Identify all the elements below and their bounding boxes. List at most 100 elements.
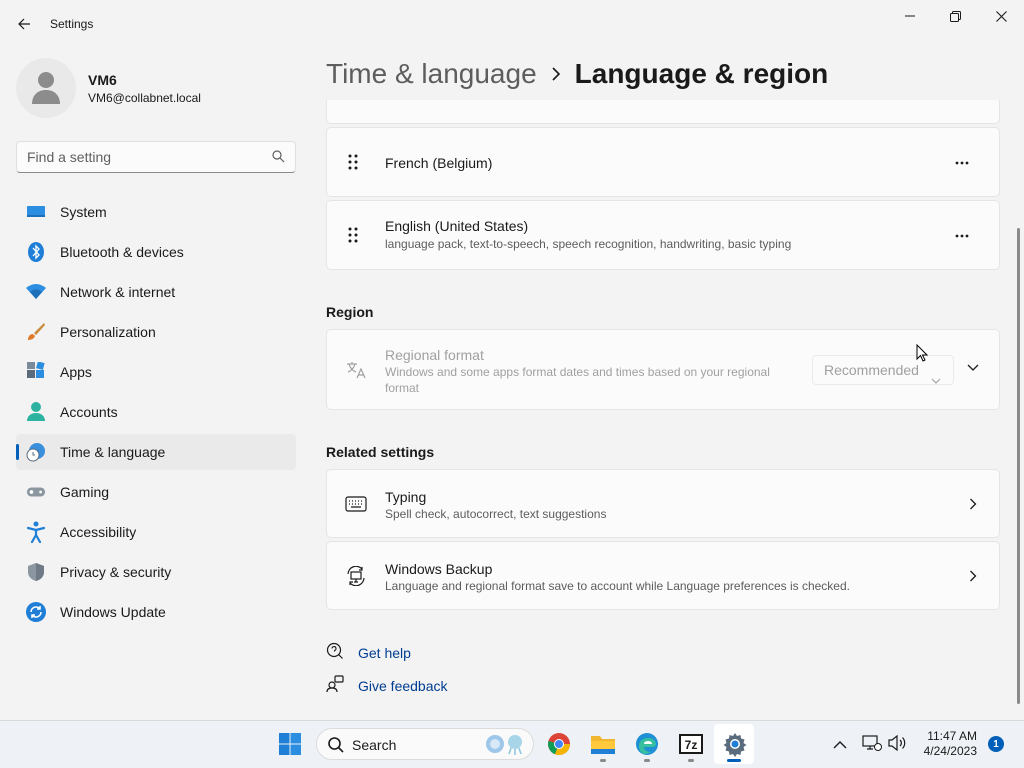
- running-indicator: [600, 759, 606, 762]
- taskbar-search[interactable]: Search: [316, 728, 534, 760]
- drag-handle-icon[interactable]: [347, 154, 359, 175]
- back-arrow-icon: [18, 18, 30, 30]
- chevron-down-icon: [931, 365, 941, 393]
- sidebar-item-time-language[interactable]: Time & language: [16, 434, 296, 470]
- shield-icon: [26, 562, 46, 582]
- network-status-icon[interactable]: [862, 735, 882, 756]
- get-help-label[interactable]: Get help: [358, 645, 411, 661]
- chevron-right-icon: [970, 570, 977, 582]
- chevron-up-icon: [833, 741, 847, 749]
- running-indicator: [644, 759, 650, 762]
- scrollbar[interactable]: [1017, 228, 1020, 704]
- accessibility-icon: [26, 521, 46, 543]
- sidebar-item-apps[interactable]: Apps: [16, 354, 296, 390]
- sidebar-item-privacy[interactable]: Privacy & security: [16, 554, 296, 590]
- give-feedback-label[interactable]: Give feedback: [358, 678, 448, 694]
- sidebar-item-label: Personalization: [60, 324, 156, 340]
- sidebar-item-windows-update[interactable]: Windows Update: [16, 594, 296, 630]
- apps-icon: [26, 362, 46, 382]
- sidebar-item-network[interactable]: Network & internet: [16, 274, 296, 310]
- regional-format-description: Windows and some apps format dates and t…: [385, 365, 770, 379]
- breadcrumb-parent[interactable]: Time & language: [326, 58, 537, 90]
- related-item-description: Spell check, autocorrect, text suggestio…: [385, 507, 607, 521]
- running-indicator-active: [727, 759, 741, 762]
- taskbar-clock[interactable]: 11:47 AM 4/24/2023: [924, 729, 977, 759]
- restore-button[interactable]: [932, 0, 978, 32]
- related-item-title: Typing: [385, 489, 427, 505]
- give-feedback-link[interactable]: Give feedback: [326, 674, 448, 698]
- breadcrumb: Time & language Language & region: [326, 58, 828, 90]
- keyboard-icon: [345, 496, 367, 517]
- get-help-link[interactable]: Get help: [326, 641, 411, 665]
- search-box[interactable]: [16, 141, 296, 173]
- show-hidden-icons-button[interactable]: [833, 737, 847, 755]
- more-icon: [955, 161, 969, 165]
- drag-handle-icon[interactable]: [347, 227, 359, 248]
- more-options-button[interactable]: [945, 222, 979, 250]
- taskbar-search-label: Search: [352, 737, 397, 753]
- navigate-button[interactable]: [961, 564, 985, 588]
- sidebar-item-system[interactable]: System: [16, 194, 296, 230]
- title-bar: Settings: [0, 0, 1024, 48]
- more-options-button[interactable]: [945, 149, 979, 177]
- regional-format-title: Regional format: [385, 347, 484, 363]
- mouse-cursor-icon: [916, 344, 928, 362]
- brush-icon: [26, 322, 46, 342]
- navigate-button[interactable]: [961, 492, 985, 516]
- sidebar-item-personalization[interactable]: Personalization: [16, 314, 296, 350]
- regional-format-dropdown[interactable]: Recommended: [812, 355, 954, 385]
- regional-format-description-cont: format: [385, 381, 420, 395]
- language-card-partial[interactable]: [326, 100, 1000, 124]
- sidebar-item-gaming[interactable]: Gaming: [16, 474, 296, 510]
- search-icon[interactable]: [272, 150, 285, 168]
- minimize-icon: [905, 15, 915, 17]
- user-name: VM6: [88, 72, 117, 88]
- section-title-related-settings: Related settings: [326, 444, 435, 460]
- sidebar-item-label: Gaming: [60, 484, 110, 500]
- regional-format-icon: [345, 360, 367, 385]
- restore-icon: [949, 10, 961, 22]
- sidebar-item-label: Windows Update: [60, 604, 166, 620]
- file-explorer-app-icon[interactable]: [587, 728, 619, 760]
- language-card-english-us[interactable]: English (United States) language pack, t…: [326, 200, 1000, 270]
- search-input[interactable]: [17, 142, 257, 172]
- related-item-typing[interactable]: Typing Spell check, autocorrect, text su…: [326, 469, 1000, 538]
- svg-text:7z: 7z: [685, 738, 698, 752]
- chrome-app-icon[interactable]: [543, 728, 575, 760]
- sidebar-item-label: Privacy & security: [60, 564, 172, 580]
- related-item-title: Windows Backup: [385, 561, 493, 577]
- feedback-icon: [326, 674, 344, 698]
- expand-button[interactable]: [961, 356, 985, 380]
- sidebar-item-label: Bluetooth & devices: [60, 244, 184, 260]
- start-button[interactable]: [274, 728, 306, 760]
- back-button[interactable]: [10, 10, 38, 38]
- language-name: French (Belgium): [385, 155, 493, 171]
- edge-app-icon[interactable]: [631, 728, 663, 760]
- clock-date: 4/24/2023: [923, 744, 977, 758]
- wifi-icon: [26, 282, 46, 302]
- close-button[interactable]: [978, 0, 1024, 32]
- sidebar-item-label: Apps: [60, 364, 92, 380]
- settings-app-icon[interactable]: [719, 728, 751, 760]
- sidebar-item-bluetooth[interactable]: Bluetooth & devices: [16, 234, 296, 270]
- more-icon: [955, 234, 969, 238]
- clock-time: 11:47 AM: [927, 729, 977, 743]
- gamepad-icon: [26, 482, 46, 502]
- close-icon: [995, 10, 1007, 22]
- minimize-button[interactable]: [887, 0, 933, 32]
- 7zip-app-icon[interactable]: 7z: [675, 728, 707, 760]
- update-icon: [26, 602, 46, 622]
- sidebar-item-accounts[interactable]: Accounts: [16, 394, 296, 430]
- sidebar-item-accessibility[interactable]: Accessibility: [16, 514, 296, 550]
- user-icon: [32, 72, 60, 104]
- language-card-french-belgium[interactable]: French (Belgium): [326, 127, 1000, 197]
- user-card[interactable]: VM6 VM6@collabnet.local: [16, 58, 296, 118]
- user-email: VM6@collabnet.local: [88, 91, 201, 105]
- regional-format-card[interactable]: Regional format Windows and some apps fo…: [326, 329, 1000, 410]
- search-highlight-icon: [483, 732, 527, 761]
- related-item-windows-backup[interactable]: Windows Backup Language and regional for…: [326, 541, 1000, 610]
- chevron-right-icon: [970, 498, 977, 510]
- volume-icon[interactable]: [887, 734, 907, 756]
- notification-badge[interactable]: 1: [988, 736, 1004, 752]
- windows-logo-icon: [279, 733, 301, 755]
